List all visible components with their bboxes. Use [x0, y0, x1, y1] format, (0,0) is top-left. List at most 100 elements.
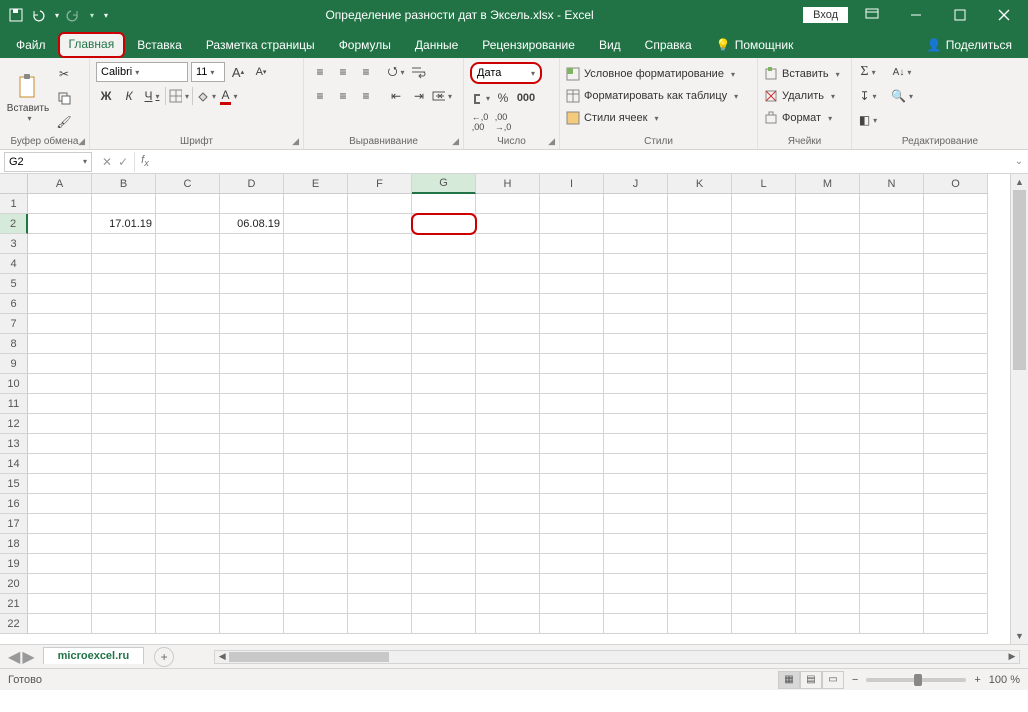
cell[interactable]: [540, 274, 604, 294]
cell[interactable]: [476, 454, 540, 474]
cell[interactable]: [284, 294, 348, 314]
cell[interactable]: [476, 294, 540, 314]
name-box[interactable]: G2 ▾: [4, 152, 92, 172]
row-header[interactable]: 7: [0, 314, 28, 334]
cell[interactable]: [412, 194, 476, 214]
cell[interactable]: [28, 354, 92, 374]
cell[interactable]: [28, 374, 92, 394]
cell[interactable]: [28, 494, 92, 514]
cell[interactable]: [476, 354, 540, 374]
cell[interactable]: [284, 514, 348, 534]
orientation-icon[interactable]: ⭯▾: [386, 62, 406, 82]
cell[interactable]: [732, 214, 796, 234]
cell[interactable]: [668, 334, 732, 354]
decrease-indent-icon[interactable]: ⇤: [386, 86, 406, 106]
cell[interactable]: [732, 234, 796, 254]
font-launcher-icon[interactable]: ◢: [292, 136, 299, 147]
cell[interactable]: [28, 474, 92, 494]
cell[interactable]: [796, 234, 860, 254]
align-top-icon[interactable]: ≡: [310, 62, 330, 82]
align-bottom-icon[interactable]: ≡: [356, 62, 376, 82]
column-header[interactable]: L: [732, 174, 796, 194]
cell[interactable]: [668, 414, 732, 434]
zoom-out-button[interactable]: −: [852, 674, 858, 686]
cell[interactable]: [540, 314, 604, 334]
cell[interactable]: [412, 554, 476, 574]
cell[interactable]: [28, 574, 92, 594]
align-middle-icon[interactable]: ≡: [333, 62, 353, 82]
cell[interactable]: [604, 354, 668, 374]
cell[interactable]: [92, 494, 156, 514]
cell[interactable]: [924, 514, 988, 534]
cell[interactable]: [412, 514, 476, 534]
cell[interactable]: [924, 194, 988, 214]
cell[interactable]: [860, 434, 924, 454]
increase-indent-icon[interactable]: ⇥: [409, 86, 429, 106]
cell[interactable]: [668, 454, 732, 474]
cell[interactable]: 06.08.19: [220, 214, 284, 234]
cell[interactable]: [732, 454, 796, 474]
cell[interactable]: [924, 494, 988, 514]
sheet-prev-icon[interactable]: ◀: [8, 647, 20, 667]
underline-button[interactable]: Ч▾: [142, 86, 162, 106]
cell[interactable]: [796, 374, 860, 394]
cell[interactable]: [860, 334, 924, 354]
column-header[interactable]: A: [28, 174, 92, 194]
cell[interactable]: [732, 354, 796, 374]
percent-icon[interactable]: %: [493, 88, 513, 108]
cell[interactable]: [924, 274, 988, 294]
cell[interactable]: [476, 414, 540, 434]
cell[interactable]: [348, 474, 412, 494]
cell[interactable]: [220, 414, 284, 434]
redo-icon[interactable]: [65, 7, 81, 23]
cell[interactable]: [796, 214, 860, 234]
cell[interactable]: [860, 274, 924, 294]
font-size-combo[interactable]: 11▾: [191, 62, 225, 82]
maximize-icon[interactable]: [940, 1, 980, 29]
cell[interactable]: [924, 394, 988, 414]
cell[interactable]: [540, 194, 604, 214]
italic-button[interactable]: К: [119, 86, 139, 106]
cell[interactable]: [348, 534, 412, 554]
row-header[interactable]: 2: [0, 214, 28, 234]
cell[interactable]: [28, 434, 92, 454]
cell[interactable]: [924, 414, 988, 434]
cell[interactable]: [540, 354, 604, 374]
cell[interactable]: [348, 614, 412, 634]
cell[interactable]: [476, 234, 540, 254]
cells-area[interactable]: 17.01.1906.08.19: [28, 194, 988, 634]
cell[interactable]: [28, 254, 92, 274]
cell[interactable]: [796, 394, 860, 414]
normal-view-icon[interactable]: ▦: [778, 671, 800, 689]
cell[interactable]: [668, 254, 732, 274]
wrap-text-icon[interactable]: [409, 62, 429, 82]
login-button[interactable]: Вход: [803, 7, 848, 23]
accounting-format-icon[interactable]: ▾: [470, 88, 490, 108]
cell[interactable]: [604, 374, 668, 394]
clear-icon[interactable]: ◧▾: [858, 110, 878, 130]
cell[interactable]: [796, 614, 860, 634]
decrease-font-icon[interactable]: A▾: [251, 62, 271, 82]
save-icon[interactable]: [8, 7, 24, 23]
cell[interactable]: [412, 394, 476, 414]
zoom-in-button[interactable]: +: [974, 674, 980, 686]
cell[interactable]: [476, 314, 540, 334]
cell[interactable]: [540, 534, 604, 554]
cell[interactable]: [220, 614, 284, 634]
cell[interactable]: [860, 294, 924, 314]
cell[interactable]: [924, 434, 988, 454]
cell[interactable]: [732, 554, 796, 574]
cell[interactable]: [668, 374, 732, 394]
cell[interactable]: [924, 474, 988, 494]
cell[interactable]: [412, 414, 476, 434]
cell[interactable]: [156, 394, 220, 414]
cell[interactable]: [604, 274, 668, 294]
cell[interactable]: [412, 454, 476, 474]
cell-styles-button[interactable]: Стили ячеек▾: [566, 108, 751, 128]
tab-formulas[interactable]: Формулы: [327, 32, 403, 58]
cell[interactable]: [412, 614, 476, 634]
cell[interactable]: [476, 214, 540, 234]
cell[interactable]: [92, 574, 156, 594]
column-header[interactable]: C: [156, 174, 220, 194]
cell[interactable]: [284, 434, 348, 454]
